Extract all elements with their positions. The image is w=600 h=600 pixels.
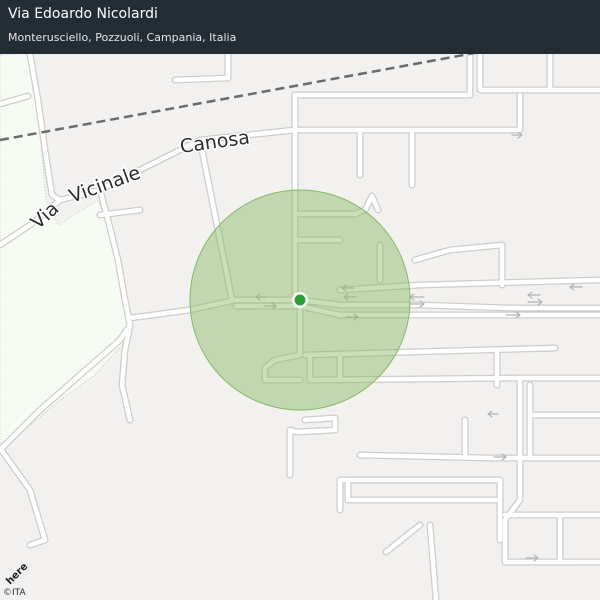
- address-header: Via Edoardo Nicolardi Monterusciello, Po…: [0, 0, 600, 54]
- location-marker[interactable]: [294, 294, 306, 306]
- map-canvas[interactable]: Via Vicinale Canosa here: [0, 0, 600, 600]
- copyright-text: ©ITA: [3, 588, 26, 598]
- address-subtitle: Monterusciello, Pozzuoli, Campania, Ital…: [8, 31, 237, 44]
- address-title: Via Edoardo Nicolardi: [8, 6, 158, 22]
